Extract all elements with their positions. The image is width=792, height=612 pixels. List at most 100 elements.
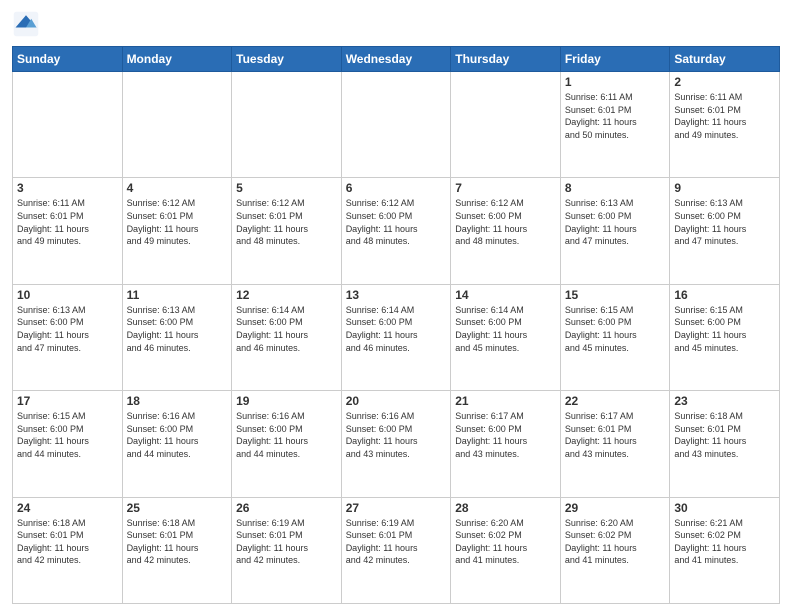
calendar-day-header: Saturday	[670, 47, 780, 72]
calendar-day-cell: 3 Sunrise: 6:11 AM Sunset: 6:01 PM Daylig…	[13, 178, 123, 284]
day-number: 27	[346, 501, 447, 515]
calendar-day-header: Tuesday	[232, 47, 342, 72]
calendar-day-cell: 13Sunrise: 6:14 AM Sunset: 6:00 PM Dayli…	[341, 284, 451, 390]
day-number: 22	[565, 394, 666, 408]
day-info: Sunrise: 6:17 AM Sunset: 6:01 PM Dayligh…	[565, 410, 666, 460]
day-number: 10	[17, 288, 118, 302]
day-info: Sunrise: 6:18 AM Sunset: 6:01 PM Dayligh…	[17, 517, 118, 567]
calendar-day-cell	[341, 72, 451, 178]
day-info: Sunrise: 6:11 AM Sunset: 6:01 PM Dayligh…	[565, 91, 666, 141]
day-info: Sunrise: 6:11 AM Sunset: 6:01 PM Dayligh…	[17, 197, 118, 247]
calendar-day-cell: 10Sunrise: 6:13 AM Sunset: 6:00 PM Dayli…	[13, 284, 123, 390]
day-info: Sunrise: 6:11 AM Sunset: 6:01 PM Dayligh…	[674, 91, 775, 141]
day-number: 16	[674, 288, 775, 302]
day-info: Sunrise: 6:21 AM Sunset: 6:02 PM Dayligh…	[674, 517, 775, 567]
day-info: Sunrise: 6:16 AM Sunset: 6:00 PM Dayligh…	[236, 410, 337, 460]
day-number: 21	[455, 394, 556, 408]
day-info: Sunrise: 6:13 AM Sunset: 6:00 PM Dayligh…	[565, 197, 666, 247]
calendar-day-cell	[13, 72, 123, 178]
calendar-day-cell: 14 Sunrise: 6:14 AM Sunset: 6:00 PM Dayli…	[451, 284, 561, 390]
calendar-day-cell: 24Sunrise: 6:18 AM Sunset: 6:01 PM Dayli…	[13, 497, 123, 603]
calendar-day-cell: 15Sunrise: 6:15 AM Sunset: 6:00 PM Dayli…	[560, 284, 670, 390]
day-number: 12	[236, 288, 337, 302]
calendar-day-cell: 19 Sunrise: 6:16 AM Sunset: 6:00 PM Dayli…	[232, 391, 342, 497]
day-number: 20	[346, 394, 447, 408]
day-info: Sunrise: 6:14 AM Sunset: 6:00 PM Dayligh…	[455, 304, 556, 354]
calendar-day-header: Monday	[122, 47, 232, 72]
day-info: Sunrise: 6:15 AM Sunset: 6:00 PM Dayligh…	[17, 410, 118, 460]
day-info: Sunrise: 6:16 AM Sunset: 6:00 PM Dayligh…	[346, 410, 447, 460]
day-number: 29	[565, 501, 666, 515]
calendar-day-cell: 7 Sunrise: 6:12 AM Sunset: 6:00 PM Daylig…	[451, 178, 561, 284]
day-number: 7	[455, 181, 556, 195]
day-info: Sunrise: 6:18 AM Sunset: 6:01 PM Dayligh…	[674, 410, 775, 460]
calendar-day-cell: 28 Sunrise: 6:20 AM Sunset: 6:02 PM Dayli…	[451, 497, 561, 603]
calendar-day-cell: 30 Sunrise: 6:21 AM Sunset: 6:02 PM Dayli…	[670, 497, 780, 603]
calendar-day-cell: 5 Sunrise: 6:12 AM Sunset: 6:01 PM Daylig…	[232, 178, 342, 284]
day-number: 15	[565, 288, 666, 302]
calendar-day-cell	[451, 72, 561, 178]
day-number: 11	[127, 288, 228, 302]
calendar-day-cell: 25 Sunrise: 6:18 AM Sunset: 6:01 PM Dayli…	[122, 497, 232, 603]
calendar-day-cell: 21Sunrise: 6:17 AM Sunset: 6:00 PM Dayli…	[451, 391, 561, 497]
day-info: Sunrise: 6:20 AM Sunset: 6:02 PM Dayligh…	[565, 517, 666, 567]
day-info: Sunrise: 6:14 AM Sunset: 6:00 PM Dayligh…	[346, 304, 447, 354]
day-number: 18	[127, 394, 228, 408]
day-info: Sunrise: 6:13 AM Sunset: 6:00 PM Dayligh…	[674, 197, 775, 247]
day-number: 14	[455, 288, 556, 302]
day-info: Sunrise: 6:16 AM Sunset: 6:00 PM Dayligh…	[127, 410, 228, 460]
day-number: 25	[127, 501, 228, 515]
calendar-day-cell: 16 Sunrise: 6:15 AM Sunset: 6:00 PM Dayli…	[670, 284, 780, 390]
day-number: 5	[236, 181, 337, 195]
day-number: 2	[674, 75, 775, 89]
day-info: Sunrise: 6:19 AM Sunset: 6:01 PM Dayligh…	[236, 517, 337, 567]
day-number: 3	[17, 181, 118, 195]
day-number: 8	[565, 181, 666, 195]
calendar-day-cell: 11 Sunrise: 6:13 AM Sunset: 6:00 PM Dayli…	[122, 284, 232, 390]
calendar-day-cell: 27 Sunrise: 6:19 AM Sunset: 6:01 PM Dayli…	[341, 497, 451, 603]
calendar-week-row: 24Sunrise: 6:18 AM Sunset: 6:01 PM Dayli…	[13, 497, 780, 603]
calendar-week-row: 17Sunrise: 6:15 AM Sunset: 6:00 PM Dayli…	[13, 391, 780, 497]
day-info: Sunrise: 6:14 AM Sunset: 6:00 PM Dayligh…	[236, 304, 337, 354]
calendar-day-cell: 2 Sunrise: 6:11 AM Sunset: 6:01 PM Daylig…	[670, 72, 780, 178]
calendar-day-cell: 12 Sunrise: 6:14 AM Sunset: 6:00 PM Dayli…	[232, 284, 342, 390]
calendar-day-cell: 29 Sunrise: 6:20 AM Sunset: 6:02 PM Dayli…	[560, 497, 670, 603]
day-info: Sunrise: 6:12 AM Sunset: 6:01 PM Dayligh…	[127, 197, 228, 247]
day-info: Sunrise: 6:20 AM Sunset: 6:02 PM Dayligh…	[455, 517, 556, 567]
calendar-day-header: Friday	[560, 47, 670, 72]
logo-icon	[12, 10, 40, 38]
calendar-day-cell: 17Sunrise: 6:15 AM Sunset: 6:00 PM Dayli…	[13, 391, 123, 497]
day-info: Sunrise: 6:12 AM Sunset: 6:00 PM Dayligh…	[455, 197, 556, 247]
day-number: 23	[674, 394, 775, 408]
calendar-day-cell: 20 Sunrise: 6:16 AM Sunset: 6:00 PM Dayli…	[341, 391, 451, 497]
calendar-day-cell: 22 Sunrise: 6:17 AM Sunset: 6:01 PM Dayli…	[560, 391, 670, 497]
day-number: 26	[236, 501, 337, 515]
calendar-week-row: 1Sunrise: 6:11 AM Sunset: 6:01 PM Daylig…	[13, 72, 780, 178]
calendar-day-cell: 9Sunrise: 6:13 AM Sunset: 6:00 PM Daylig…	[670, 178, 780, 284]
calendar-day-header: Wednesday	[341, 47, 451, 72]
calendar-table: SundayMondayTuesdayWednesdayThursdayFrid…	[12, 46, 780, 604]
calendar-day-cell	[122, 72, 232, 178]
logo	[12, 10, 44, 38]
day-number: 28	[455, 501, 556, 515]
calendar-day-cell: 1Sunrise: 6:11 AM Sunset: 6:01 PM Daylig…	[560, 72, 670, 178]
calendar-day-header: Thursday	[451, 47, 561, 72]
calendar-day-cell: 23 Sunrise: 6:18 AM Sunset: 6:01 PM Dayli…	[670, 391, 780, 497]
day-info: Sunrise: 6:19 AM Sunset: 6:01 PM Dayligh…	[346, 517, 447, 567]
calendar-day-cell: 26 Sunrise: 6:19 AM Sunset: 6:01 PM Dayli…	[232, 497, 342, 603]
day-info: Sunrise: 6:18 AM Sunset: 6:01 PM Dayligh…	[127, 517, 228, 567]
calendar-day-cell: 18 Sunrise: 6:16 AM Sunset: 6:00 PM Dayli…	[122, 391, 232, 497]
calendar-day-cell: 8 Sunrise: 6:13 AM Sunset: 6:00 PM Daylig…	[560, 178, 670, 284]
header	[12, 10, 780, 38]
day-number: 19	[236, 394, 337, 408]
day-info: Sunrise: 6:15 AM Sunset: 6:00 PM Dayligh…	[674, 304, 775, 354]
calendar-week-row: 10 Sunrise: 6:13 AM Sunset: 6:00 PM Dayli…	[13, 284, 780, 390]
calendar-day-cell: 4 Sunrise: 6:12 AM Sunset: 6:01 PM Daylig…	[122, 178, 232, 284]
calendar-header-row: SundayMondayTuesdayWednesdayThursdayFrid…	[13, 47, 780, 72]
day-number: 6	[346, 181, 447, 195]
day-info: Sunrise: 6:12 AM Sunset: 6:01 PM Dayligh…	[236, 197, 337, 247]
day-number: 4	[127, 181, 228, 195]
day-number: 30	[674, 501, 775, 515]
calendar-day-cell	[232, 72, 342, 178]
day-info: Sunrise: 6:13 AM Sunset: 6:00 PM Dayligh…	[127, 304, 228, 354]
